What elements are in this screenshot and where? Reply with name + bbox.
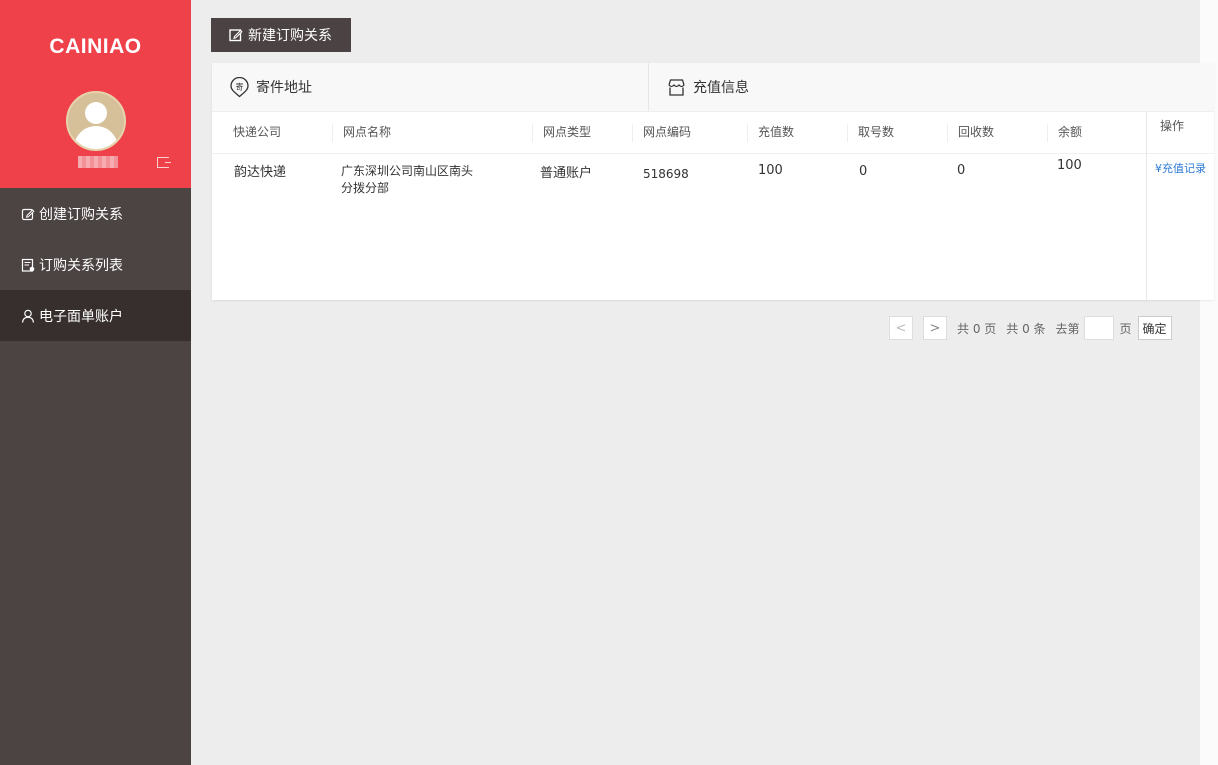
cell-branch-type: 普通账户 — [540, 166, 593, 181]
branch-name-line: 广东深圳公司南山区南头 — [341, 164, 474, 178]
sidebar-item-waybill-account[interactable]: 电子面单账户 — [0, 290, 191, 341]
tab-label: 寄件地址 — [256, 80, 312, 96]
cell-balance: 100 — [1057, 158, 1082, 173]
confirm-page-button[interactable]: 确定 — [1137, 316, 1172, 340]
avatar[interactable] — [66, 91, 126, 151]
next-page-button[interactable]: > — [923, 316, 947, 340]
sidebar-item-label: 订购关系列表 — [39, 257, 123, 274]
user-icon — [21, 309, 35, 323]
username-blurred — [78, 156, 118, 168]
cell-branch-code: 518698 — [643, 167, 689, 181]
sidebar-item-label: 电子面单账户 — [39, 308, 123, 325]
column-header: 网点类型 — [543, 125, 592, 139]
cell-recycled: 0 — [957, 163, 966, 178]
cell-taken: 0 — [859, 164, 868, 179]
recharge-record-link[interactable]: ¥充值记录 — [1155, 160, 1206, 177]
column-header: 余额 — [1058, 125, 1083, 139]
cell-branch-name: 广东深圳公司南山区南头 分拨分部 — [341, 163, 473, 197]
sidebar-item-create-subscription[interactable]: 创建订购关系 — [0, 188, 191, 239]
new-subscription-button[interactable]: 新建订购关系 — [211, 18, 351, 52]
sidebar: CAINIAO 创建订购关系 订购关系列表 电子面单账户 — [0, 0, 191, 765]
table-header: 快递公司 网点名称 网点类型 网点编码 充值数 取号数 回收数 余额 操作 — [212, 112, 1214, 153]
edit-icon — [21, 207, 35, 221]
total-pages: 共 0 页 — [957, 321, 997, 336]
svg-text:寄: 寄 — [236, 81, 244, 91]
goto-label: 去第 — [1055, 321, 1080, 336]
logo: CAINIAO — [49, 35, 142, 58]
edit-icon — [229, 29, 243, 42]
prev-page-button[interactable]: < — [889, 316, 913, 340]
logout-icon[interactable] — [157, 157, 171, 168]
column-header: 网点编码 — [643, 125, 692, 139]
operations-column-divider — [1146, 112, 1147, 300]
column-header: 网点名称 — [343, 125, 392, 139]
tab-sender-address[interactable]: 寄 寄件地址 — [212, 63, 648, 111]
branch-name-line: 分拨分部 — [341, 181, 390, 195]
page-suffix: 页 — [1119, 321, 1132, 336]
column-header: 快递公司 — [233, 125, 282, 139]
address-pin-icon: 寄 — [230, 76, 249, 97]
cell-company: 韵达快递 — [234, 165, 287, 180]
tab-recharge-info[interactable]: 充值信息 — [648, 63, 1214, 111]
column-header: 充值数 — [758, 125, 795, 139]
new-subscription-label: 新建订购关系 — [248, 28, 332, 44]
column-header: 操作 — [1160, 119, 1185, 133]
sidebar-item-label: 创建订购关系 — [39, 206, 123, 223]
shop-icon — [668, 78, 685, 96]
page-number-input[interactable] — [1083, 316, 1114, 340]
list-icon — [21, 258, 35, 272]
header-divider — [212, 153, 1214, 154]
account-panel: 寄 寄件地址 充值信息 快递公司 网点名称 网点类型 网点编码 充值数 取号数 … — [212, 63, 1214, 300]
pagination: < > 共 0 页 共 0 条 去第 页 确定 — [889, 316, 1172, 340]
tab-label: 充值信息 — [693, 80, 749, 96]
sidebar-item-subscription-list[interactable]: 订购关系列表 — [0, 239, 191, 290]
cell-recharge: 100 — [758, 163, 783, 178]
column-header: 取号数 — [858, 125, 895, 139]
sidebar-header: CAINIAO — [0, 0, 191, 188]
column-header: 回收数 — [958, 125, 995, 139]
total-items: 共 0 条 — [1006, 321, 1046, 336]
panel-tabs: 寄 寄件地址 充值信息 — [212, 63, 1214, 112]
